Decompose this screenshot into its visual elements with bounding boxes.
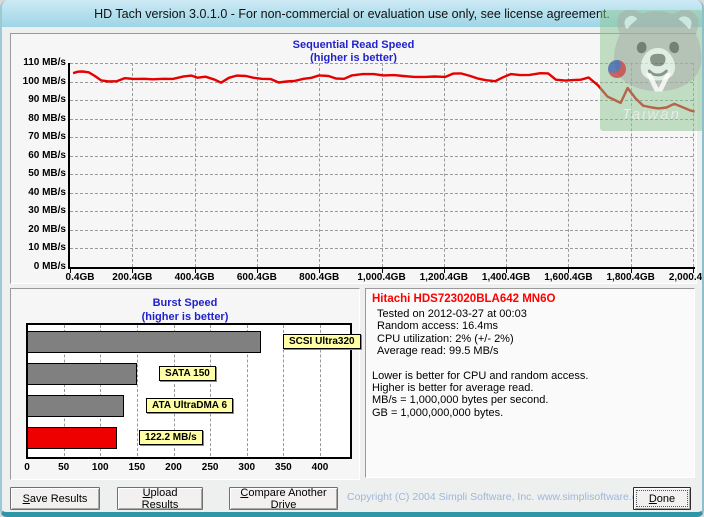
x-axis-line: [68, 267, 695, 269]
info-gap: [372, 358, 690, 370]
hd-tach-window: HD Tach version 3.0.1.0 - For non-commer…: [0, 0, 704, 517]
sequential-read-chart-panel: Sequential Read Speed (higher is better)…: [10, 33, 702, 284]
info-note-line: MB/s = 1,000,000 bytes per second.: [372, 394, 549, 407]
x-axis-label: 1,600.4GB: [544, 272, 593, 283]
info-detail-line: CPU utilization: 2% (+/- 2%): [377, 332, 514, 345]
burst-speed-chart-panel: Burst Speed (higher is better) 0 50 100 150…: [10, 288, 361, 480]
x-axis-label: 150: [128, 462, 146, 473]
window-title: HD Tach version 3.0.1.0 - For non-commer…: [94, 6, 610, 21]
y-axis-label: 100 MB/s: [22, 75, 66, 87]
x-axis-label: 400.4GB: [174, 272, 215, 283]
v-gridline: [443, 63, 445, 267]
y-axis-label: 110 MB/s: [23, 57, 66, 68]
v-gridline: [630, 63, 632, 267]
burst-bar-label: ATA UltraDMA 6: [146, 398, 233, 413]
info-detail-line: Random access: 16.4ms: [377, 320, 499, 333]
y-axis-label: 50 MB/s: [28, 168, 66, 180]
y-axis-label: 0 MB/s: [33, 261, 66, 272]
v-gridline: [506, 63, 508, 267]
burst-bar: [27, 395, 124, 417]
save-results-button[interactable]: Save Results: [10, 487, 100, 510]
x-axis-label: 1,000.4GB: [357, 272, 406, 283]
x-axis-label: 300: [238, 462, 256, 473]
v-gridline: [381, 63, 383, 267]
info-detail-line: Average read: 99.5 MB/s: [377, 345, 499, 358]
x-axis-label: 0.4GB: [65, 272, 95, 283]
x-axis-label: 1,400.4GB: [481, 272, 531, 283]
info-note-line: Lower is better for CPU and random acces…: [372, 369, 589, 382]
burst-bar-label: 122.2 MB/s: [139, 430, 203, 445]
y-axis-label: 20 MB/s: [28, 223, 66, 235]
title-bar[interactable]: HD Tach version 3.0.1.0 - For non-commer…: [2, 0, 702, 27]
v-gridline: [693, 63, 694, 267]
y-axis-label: 30 MB/s: [28, 205, 66, 217]
drive-info-panel: Hitachi HDS723020BLA642 MN6O Tested on 2…: [365, 288, 695, 478]
v-gridline: [132, 63, 134, 267]
burst-plot: 0 50 100 150 200 250 300 350 400 SCSI Ultra320 SAT…: [11, 289, 361, 479]
burst-bar-label: SATA 150: [159, 366, 216, 381]
x-axis-label: 2,000.4GB: [668, 272, 703, 283]
drive-model-title: Hitachi HDS723020BLA642 MN6O: [372, 293, 556, 305]
info-detail-line: Tested on 2012-03-27 at 00:03: [377, 308, 527, 320]
v-gridline: [568, 63, 570, 267]
x-axis-label: 50: [58, 462, 70, 473]
x-axis-label: 800.4GB: [299, 272, 340, 283]
x-axis-label: 100: [91, 462, 109, 473]
v-gridline: [319, 63, 321, 267]
x-axis-label: 200: [165, 462, 182, 473]
x-axis-label: 600.4GB: [236, 272, 277, 283]
x-axis-label: 250: [201, 462, 219, 473]
done-button[interactable]: Done: [633, 487, 691, 510]
y-axis-label: 40 MB/s: [28, 186, 66, 198]
y-axis-label: 10 MB/s: [28, 242, 66, 254]
info-lines: Tested on 2012-03-27 at 00:03 Random acce…: [372, 308, 690, 419]
x-axis-label: 0: [24, 462, 30, 473]
sequential-plot: 110 MB/s 100 MB/s 90 MB/s 80 MB/s 70 MB/s 60 …: [11, 34, 702, 283]
x-axis-label: 400: [311, 462, 329, 473]
y-axis-line: [68, 63, 70, 267]
burst-bar: [27, 331, 261, 353]
copyright-text: Copyright (C) 2004 Simpli Software, Inc.…: [347, 491, 652, 503]
burst-bar: [27, 363, 137, 385]
y-axis-label: 90 MB/s: [28, 94, 66, 106]
burst-bar-label: SCSI Ultra320: [283, 334, 361, 349]
x-axis-label: 1,200.4GB: [419, 272, 468, 283]
upload-results-button[interactable]: Upload Results: [117, 487, 203, 511]
y-axis-label: 70 MB/s: [28, 131, 66, 143]
x-axis-label: 350: [275, 462, 292, 473]
read-speed-line: [72, 70, 695, 113]
x-axis-label: 200.4GB: [112, 272, 153, 283]
y-axis-label: 80 MB/s: [28, 112, 66, 124]
info-note-line: Higher is better for average read.: [372, 382, 534, 395]
compare-another-drive-button[interactable]: Compare Another Drive: [229, 487, 338, 511]
x-axis-label: 1,800.4GB: [606, 272, 655, 283]
v-gridline: [256, 63, 258, 267]
y-axis-label: 60 MB/s: [28, 149, 66, 161]
info-note-line: GB = 1,000,000,000 bytes.: [372, 406, 504, 419]
burst-bar: [27, 427, 117, 449]
v-gridline: [194, 63, 196, 267]
